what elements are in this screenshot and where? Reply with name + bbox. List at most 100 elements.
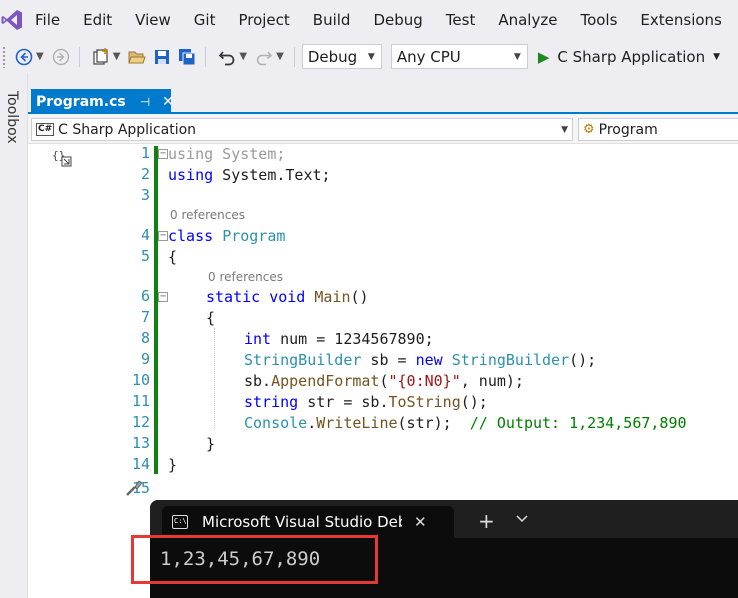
codelens-references[interactable]: 0 references bbox=[208, 270, 283, 284]
undo-dropdown-icon[interactable]: ▼ bbox=[239, 51, 247, 62]
member-dropdown[interactable]: ⚙ Program bbox=[578, 118, 738, 141]
console-tab[interactable]: C:\ Microsoft Visual Studio Debug ✕ bbox=[162, 506, 454, 538]
indent-guide bbox=[214, 328, 215, 428]
code-line: using System; bbox=[168, 145, 286, 163]
tab-program-cs[interactable]: Program.cs ⊣ ✕ bbox=[31, 89, 174, 114]
menu-build[interactable]: Build bbox=[302, 0, 363, 40]
menu-git[interactable]: Git bbox=[183, 0, 228, 40]
chevron-down-icon: ▼ bbox=[561, 124, 568, 135]
code-line: sb.AppendFormat("{0:N0}", num); bbox=[244, 372, 524, 390]
quick-actions-icon[interactable]: {} bbox=[52, 148, 74, 172]
document-tab-strip: Program.cs ⊣ ✕ bbox=[28, 73, 738, 114]
line-number: 14 bbox=[131, 455, 150, 473]
project-name: C Sharp Application bbox=[58, 121, 197, 138]
code-line: } bbox=[168, 456, 178, 474]
code-line: StringBuilder sb = new StringBuilder(); bbox=[244, 351, 597, 369]
tab-title: Program.cs bbox=[36, 93, 126, 110]
project-dropdown[interactable]: C# C Sharp Application ▼ bbox=[31, 118, 573, 141]
redo-dropdown-icon[interactable]: ▼ bbox=[276, 51, 284, 62]
menu-file[interactable]: File bbox=[24, 0, 72, 40]
close-console-tab-icon[interactable]: ✕ bbox=[414, 513, 427, 531]
toolbar-separator bbox=[293, 46, 295, 67]
chevron-down-icon[interactable] bbox=[516, 512, 528, 526]
chevron-down-icon: ▼ bbox=[367, 51, 375, 62]
configuration-dropdown[interactable]: Debug ▼ bbox=[301, 44, 382, 69]
csharp-project-icon: C# bbox=[36, 123, 55, 136]
run-target-label: C Sharp Application bbox=[557, 47, 706, 66]
line-number: 2 bbox=[140, 165, 150, 183]
undo-icon[interactable] bbox=[216, 46, 238, 68]
code-line: { bbox=[206, 309, 216, 327]
code-line: using System.Text; bbox=[168, 166, 331, 184]
debug-console-window[interactable]: C:\ Microsoft Visual Studio Debug ✕ + 1,… bbox=[150, 500, 738, 598]
collapse-icon[interactable]: − bbox=[158, 292, 168, 302]
platform-dropdown[interactable]: Any CPU ▼ bbox=[390, 44, 528, 69]
console-output: 1,23,45,67,890 bbox=[160, 548, 321, 570]
console-title-bar: C:\ Microsoft Visual Studio Debug ✕ + bbox=[150, 500, 738, 538]
code-line: } bbox=[206, 435, 216, 453]
collapse-icon[interactable]: − bbox=[158, 149, 168, 159]
terminal-icon: C:\ bbox=[172, 515, 188, 529]
change-tracking-bar bbox=[154, 146, 158, 474]
line-number: 11 bbox=[131, 392, 150, 410]
visual-studio-logo-icon[interactable] bbox=[0, 0, 24, 40]
play-icon: ▶ bbox=[537, 47, 550, 66]
start-debugging-button[interactable]: ▶ C Sharp Application ▼ bbox=[538, 48, 720, 66]
platform-value: Any CPU bbox=[396, 47, 461, 66]
save-icon[interactable] bbox=[151, 46, 173, 68]
new-tab-icon[interactable]: + bbox=[478, 509, 495, 533]
menu-project[interactable]: Project bbox=[227, 0, 301, 40]
line-number: 12 bbox=[131, 413, 150, 431]
line-number: 6 bbox=[140, 287, 150, 305]
open-folder-icon[interactable] bbox=[126, 46, 148, 68]
code-line: Console.WriteLine(str); // Output: 1,234… bbox=[244, 414, 687, 432]
toolbox-tab[interactable]: Toolbox bbox=[4, 91, 20, 144]
toolbar-grip[interactable] bbox=[2, 45, 6, 68]
code-line: class Program bbox=[168, 227, 286, 245]
line-number: 9 bbox=[140, 350, 150, 368]
navigate-back-icon[interactable] bbox=[13, 46, 35, 68]
menu-edit[interactable]: Edit bbox=[72, 0, 124, 40]
standard-toolbar: ▼ ▼ ▼ ▼ Debug ▼ Any CPU ▼ ▶ C Sharp Appl… bbox=[0, 40, 738, 73]
close-tab-icon[interactable]: ✕ bbox=[162, 94, 174, 110]
line-number: 13 bbox=[131, 434, 150, 452]
line-number: 7 bbox=[140, 308, 150, 326]
new-project-icon[interactable] bbox=[90, 46, 112, 68]
menu-analyze[interactable]: Analyze bbox=[487, 0, 569, 40]
menu-window[interactable]: Wi bbox=[734, 0, 738, 40]
menu-bar: File Edit View Git Project Build Debug T… bbox=[0, 0, 738, 40]
navigation-bar: C# C Sharp Application ▼ ⚙ Program bbox=[28, 114, 738, 144]
menu-view[interactable]: View bbox=[124, 0, 183, 40]
chevron-down-icon[interactable]: ▼ bbox=[713, 52, 720, 62]
menu-tools[interactable]: Tools bbox=[569, 0, 629, 40]
code-line: string str = sb.ToString(); bbox=[244, 393, 488, 411]
pin-icon[interactable]: ⊣ bbox=[140, 95, 150, 109]
toolbar-separator bbox=[78, 46, 80, 67]
console-title: Microsoft Visual Studio Debug bbox=[202, 513, 402, 531]
menu-test[interactable]: Test bbox=[435, 0, 488, 40]
menu-debug[interactable]: Debug bbox=[362, 0, 434, 40]
chevron-down-icon: ▼ bbox=[513, 51, 521, 62]
back-dropdown-icon[interactable]: ▼ bbox=[36, 51, 44, 62]
line-number: 4 bbox=[140, 226, 150, 244]
code-line: static void Main() bbox=[206, 288, 369, 306]
save-all-icon[interactable] bbox=[176, 46, 198, 68]
line-number: 8 bbox=[140, 329, 150, 347]
code-line: { bbox=[168, 248, 178, 266]
new-dropdown-icon[interactable]: ▼ bbox=[113, 51, 121, 62]
line-number: 5 bbox=[140, 247, 150, 265]
line-number: 10 bbox=[131, 371, 150, 389]
menu-extensions[interactable]: Extensions bbox=[629, 0, 733, 40]
configuration-value: Debug bbox=[307, 47, 358, 66]
line-number: 1 bbox=[140, 144, 150, 162]
codelens-references[interactable]: 0 references bbox=[170, 208, 245, 222]
line-number: 3 bbox=[140, 186, 150, 204]
toolbox-strip: Toolbox bbox=[0, 73, 28, 598]
screwdriver-brush-icon[interactable] bbox=[124, 478, 144, 502]
collapse-icon[interactable]: − bbox=[158, 231, 168, 241]
code-line: int num = 1234567890; bbox=[244, 330, 434, 348]
member-name: Program bbox=[598, 121, 658, 138]
navigate-forward-icon[interactable] bbox=[50, 46, 72, 68]
redo-icon[interactable] bbox=[253, 46, 275, 68]
toolbar-separator bbox=[205, 46, 207, 67]
